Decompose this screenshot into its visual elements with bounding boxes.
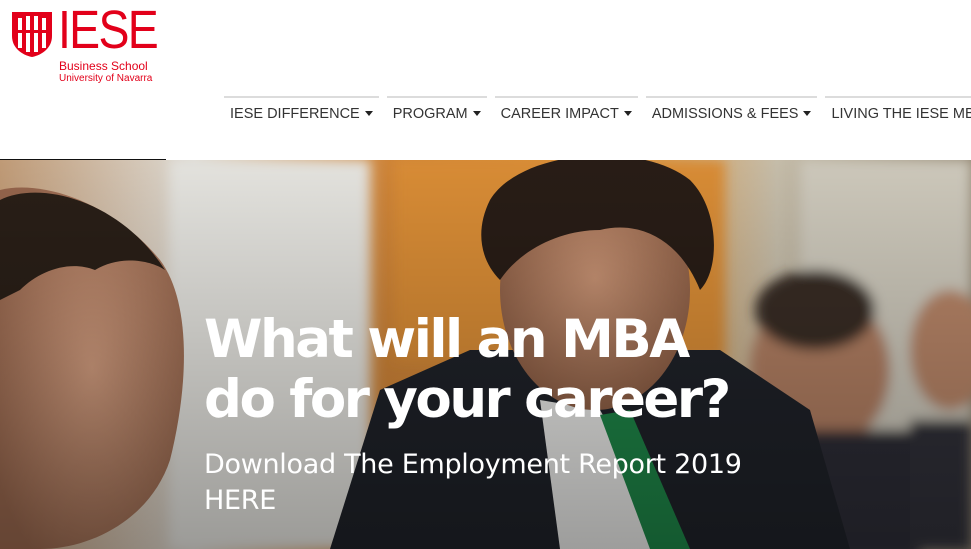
logo-subtitle: Business School [59,59,148,73]
site-header: IESE Business School University of Navar… [0,0,971,160]
download-report-text: Download The Employment Report 2019 [204,449,742,480]
hero-headline: What will an MBA do for your career? [204,310,824,430]
hero-headline-line1: What will an MBA [204,309,690,370]
caret-down-icon [472,110,481,116]
nav-item-program[interactable]: PROGRAM [386,96,487,130]
logo-university: University of Navarra [59,73,153,84]
nav-item-label: ADMISSIONS & FEES [651,106,799,122]
logo-wordmark: IESE [58,0,159,60]
main-nav: IESE DIFFERENCE PROGRAM CAREER IMPACT AD… [224,96,971,130]
caret-down-icon [364,110,373,116]
nav-item-label: PROGRAM [392,106,468,122]
caret-down-icon [803,110,812,116]
shield-logo-icon [12,12,52,57]
caret-down-icon [623,110,632,116]
nav-item-living-the-iese-mba[interactable]: LIVING THE IESE MBA [825,96,971,130]
nav-item-label: CAREER IMPACT [500,106,619,122]
nav-item-career-impact[interactable]: CAREER IMPACT [494,96,638,130]
iese-logo[interactable]: IESE Business School University of Navar… [10,2,160,88]
download-report-link[interactable]: Download The Employment Report 2019 HERE [204,447,824,519]
download-report-here: HERE [204,485,276,516]
hero-headline-line2: do for your career? [204,369,731,430]
hero-banner: What will an MBA do for your career? Dow… [0,160,971,549]
nav-item-iese-difference[interactable]: IESE DIFFERENCE [224,96,379,130]
nav-item-label: IESE DIFFERENCE [230,106,360,122]
nav-item-label: LIVING THE IESE MBA [831,106,971,122]
nav-item-admissions-fees[interactable]: ADMISSIONS & FEES [645,96,818,130]
